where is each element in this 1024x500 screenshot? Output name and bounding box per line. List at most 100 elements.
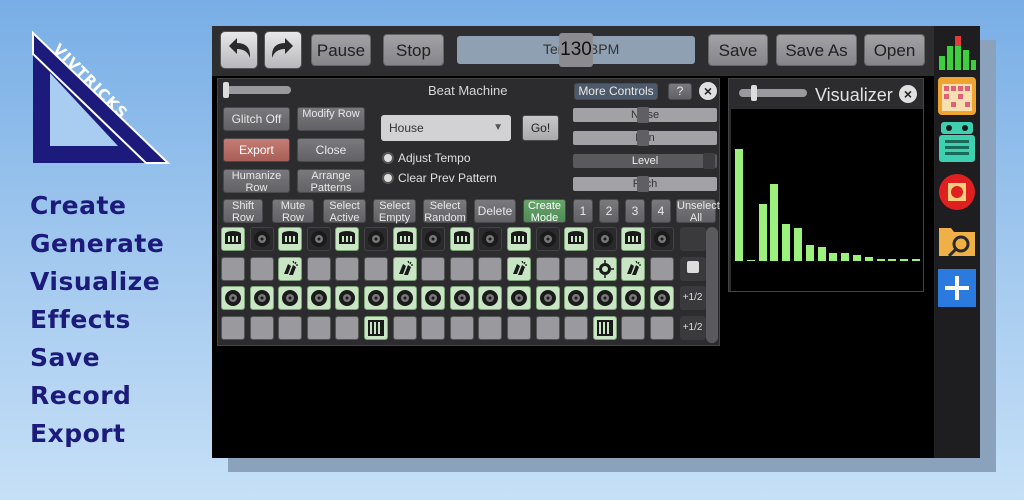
- slider-knob[interactable]: [223, 82, 229, 98]
- row-option-button[interactable]: +1/2: [679, 315, 706, 340]
- humanize-row-button[interactable]: Humanize Row: [223, 169, 290, 194]
- step-cell[interactable]: [249, 227, 274, 251]
- step-cell[interactable]: [278, 227, 303, 251]
- step-cell[interactable]: [564, 227, 589, 251]
- step-cell[interactable]: [392, 315, 417, 340]
- equalizer-app-icon[interactable]: [937, 32, 977, 72]
- folder-search-app-icon[interactable]: [937, 220, 977, 260]
- step-cell[interactable]: [564, 315, 589, 340]
- radio-icon[interactable]: [382, 172, 394, 184]
- step-cell[interactable]: [478, 256, 503, 281]
- step-cell[interactable]: [592, 227, 617, 251]
- delete-button[interactable]: Delete: [474, 199, 516, 223]
- step-cell[interactable]: [535, 256, 560, 281]
- step-cell[interactable]: [621, 315, 646, 340]
- step-cell[interactable]: [392, 256, 417, 281]
- row-option-button[interactable]: [679, 227, 706, 251]
- step-cell[interactable]: [650, 315, 674, 340]
- modify-row-button[interactable]: Modify Row: [297, 107, 365, 131]
- tempo-slider[interactable]: Tempo BPM 130: [457, 33, 695, 67]
- row-option-button[interactable]: +1/2: [679, 286, 706, 310]
- step-cell[interactable]: [392, 227, 417, 251]
- step-cell[interactable]: [364, 286, 388, 310]
- select-random-button[interactable]: Select Random: [423, 199, 467, 224]
- panel-opacity-slider[interactable]: [223, 86, 291, 94]
- adjust-tempo-option[interactable]: Adjust Tempo: [382, 151, 471, 165]
- go-button[interactable]: Go!: [522, 115, 559, 141]
- stop-button[interactable]: Stop: [383, 34, 444, 66]
- radio-icon[interactable]: [382, 152, 394, 164]
- select-active-button[interactable]: Select Active: [323, 199, 366, 224]
- step-cell[interactable]: [249, 315, 274, 340]
- visualizer-opacity-slider[interactable]: [739, 89, 807, 97]
- close-visualizer-button[interactable]: ×: [899, 85, 917, 103]
- step-cell[interactable]: [650, 227, 674, 251]
- step-cell[interactable]: [564, 286, 589, 310]
- clear-prev-pattern-option[interactable]: Clear Prev Pattern: [382, 171, 497, 185]
- create-mode-button[interactable]: Create Mode: [523, 199, 566, 224]
- row-option-button[interactable]: [679, 256, 706, 281]
- step-cell[interactable]: [535, 315, 560, 340]
- noise-slider[interactable]: Noise: [573, 107, 717, 123]
- step-cell[interactable]: [221, 286, 245, 310]
- select-empty-button[interactable]: Select Empty: [373, 199, 416, 224]
- tempo-value[interactable]: 130: [559, 33, 593, 67]
- grid-scrollbar[interactable]: [706, 227, 718, 343]
- unselect-all-button[interactable]: Unselect All: [676, 199, 720, 224]
- step-cell[interactable]: [478, 315, 503, 340]
- record-app-icon[interactable]: [937, 172, 977, 212]
- level-slider[interactable]: Level: [573, 153, 717, 169]
- step-cell[interactable]: [621, 227, 646, 251]
- slider-knob[interactable]: [703, 153, 715, 169]
- step-cell[interactable]: [564, 256, 589, 281]
- step-cell[interactable]: [221, 227, 245, 251]
- step-cell[interactable]: [507, 286, 531, 310]
- step-cell[interactable]: [650, 256, 674, 281]
- add-app-icon[interactable]: [937, 268, 977, 308]
- step-cell[interactable]: [421, 256, 446, 281]
- slider-knob[interactable]: [637, 130, 649, 146]
- step-cell[interactable]: [249, 286, 274, 310]
- step-cell[interactable]: [592, 286, 617, 310]
- step-cell[interactable]: [592, 315, 617, 340]
- step-cell[interactable]: [478, 227, 503, 251]
- pitch-slider[interactable]: Pitch: [573, 176, 717, 192]
- step-cell[interactable]: [335, 256, 360, 281]
- step-cell[interactable]: [421, 286, 446, 310]
- step-cell[interactable]: [621, 256, 646, 281]
- step-cell[interactable]: [278, 256, 303, 281]
- step-cell[interactable]: [592, 256, 617, 281]
- slider-knob[interactable]: [751, 85, 757, 101]
- open-button[interactable]: Open: [864, 34, 925, 66]
- export-button[interactable]: Export: [223, 138, 290, 162]
- step-cell[interactable]: [421, 227, 446, 251]
- step-cell[interactable]: [478, 286, 503, 310]
- close-panel-button[interactable]: ×: [699, 82, 717, 100]
- step-cell[interactable]: [306, 227, 331, 251]
- mute-row-button[interactable]: Mute Row: [272, 199, 314, 224]
- pattern-4-button[interactable]: 4: [651, 199, 671, 223]
- pattern-2-button[interactable]: 2: [599, 199, 619, 223]
- step-cell[interactable]: [449, 256, 474, 281]
- step-cell[interactable]: [278, 315, 303, 340]
- step-cell[interactable]: [364, 315, 388, 340]
- step-cell[interactable]: [335, 315, 360, 340]
- step-cell[interactable]: [278, 286, 303, 310]
- step-cell[interactable]: [449, 315, 474, 340]
- robot-app-icon[interactable]: [937, 120, 977, 164]
- pan-slider[interactable]: Pan: [573, 130, 717, 146]
- more-controls-button[interactable]: More Controls: [574, 83, 658, 100]
- arrange-patterns-button[interactable]: Arrange Patterns: [297, 169, 365, 194]
- save-as-button[interactable]: Save As: [776, 34, 857, 66]
- step-cell[interactable]: [335, 227, 360, 251]
- glitch-off-button[interactable]: Glitch Off: [223, 107, 290, 131]
- step-cell[interactable]: [335, 286, 360, 310]
- pattern-1-button[interactable]: 1: [573, 199, 593, 223]
- step-cell[interactable]: [421, 315, 446, 340]
- genre-dropdown[interactable]: House ▼: [381, 115, 511, 141]
- step-cell[interactable]: [364, 227, 388, 251]
- step-cell[interactable]: [392, 286, 417, 310]
- step-cell[interactable]: [650, 286, 674, 310]
- step-cell[interactable]: [535, 227, 560, 251]
- step-cell[interactable]: [507, 256, 531, 281]
